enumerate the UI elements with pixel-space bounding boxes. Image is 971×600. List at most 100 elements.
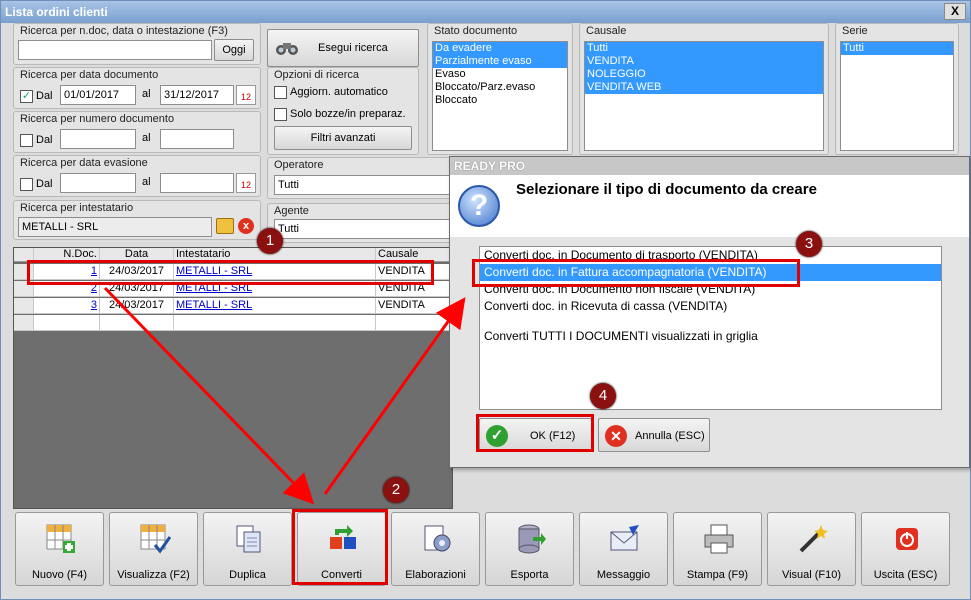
exit-label: Uscita (ESC) (873, 569, 938, 581)
holder-input[interactable]: METALLI - SRL (18, 217, 212, 237)
date-eva-group-label: Ricerca per data evasione (20, 157, 148, 169)
row-date: 24/03/2017 (100, 298, 174, 313)
date-eva-from-input[interactable] (60, 173, 136, 193)
view-label: Visualizza (F2) (117, 569, 190, 581)
doc-type-option[interactable]: Converti TUTTI I DOCUMENTI visualizzati … (480, 328, 941, 345)
message-button[interactable]: Messaggio (579, 512, 668, 586)
today-button[interactable]: Oggi (214, 39, 254, 61)
date-doc-dal-label: Dal (36, 90, 53, 102)
options-group: Opzioni di ricerca Aggiorn. automatico S… (267, 67, 419, 155)
date-doc-group: Ricerca per data documento ✓ Dal 01/01/2… (13, 67, 261, 109)
visual-label: Visual (F10) (781, 569, 842, 581)
calendar-icon[interactable]: 12 (236, 85, 256, 105)
num-doc-al-label: al (142, 132, 151, 144)
highlight-row-box (27, 260, 434, 285)
calendar-icon[interactable]: 12 (236, 173, 256, 193)
print-button[interactable]: Stampa (F9) (673, 512, 762, 586)
folder-icon[interactable] (216, 218, 234, 234)
magic-wand-icon (799, 525, 828, 553)
operator-select[interactable]: Tutti (274, 175, 454, 195)
date-doc-from-input[interactable]: 01/01/2017 (60, 85, 136, 105)
num-doc-to-input[interactable] (160, 129, 234, 149)
num-doc-from-input[interactable] (60, 129, 136, 149)
printer-icon (704, 524, 734, 554)
run-search-button[interactable]: Esegui ricerca (267, 29, 419, 67)
binoculars-icon (276, 43, 298, 55)
date-doc-al-label: al (142, 88, 151, 100)
num-doc-dal-label: Dal (36, 134, 53, 146)
status-list[interactable]: Da evadere Parzialmente evaso Evaso Bloc… (432, 41, 568, 151)
date-eva-group: Ricerca per data evasione Dal al 12 (13, 155, 261, 197)
new-label: Nuovo (F4) (31, 569, 88, 581)
question-icon: ? (458, 185, 500, 227)
window-titlebar: Lista ordini clienti X (1, 1, 970, 23)
serie-list[interactable]: Tutti (840, 41, 954, 151)
row-causale: VENDITA (376, 298, 452, 313)
visual-button[interactable]: Visual (F10) (767, 512, 856, 586)
causale-item[interactable]: NOLEGGIO (585, 68, 823, 81)
date-doc-to-input[interactable]: 31/12/2017 (160, 85, 234, 105)
new-grid-icon (46, 524, 75, 553)
date-eva-checkbox[interactable] (20, 178, 33, 191)
orders-grid[interactable]: N.Doc. Data Intestatario Causale 1 24/03… (13, 247, 453, 509)
duplicate-button[interactable]: Duplica (203, 512, 292, 586)
dialog-heading: Selezionare il tipo di documento da crea… (516, 181, 817, 198)
status-item[interactable]: Da evadere (433, 42, 567, 55)
cancel-label: Annulla (ESC) (635, 430, 705, 442)
dialog-title: READY PRO (450, 157, 969, 175)
status-item[interactable]: Parzialmente evaso (433, 55, 567, 68)
holder-group: Ricerca per intestatario METALLI - SRL x (13, 200, 261, 240)
view-button[interactable]: Visualizza (F2) (109, 512, 198, 586)
status-item[interactable]: Evaso (433, 68, 567, 81)
agent-select[interactable]: Tutti (274, 219, 454, 239)
serie-item[interactable]: Tutti (841, 42, 953, 55)
row-num[interactable]: 3 (34, 298, 100, 313)
close-button[interactable]: X (944, 3, 966, 20)
step-badge-1: 1 (257, 228, 283, 254)
date-doc-group-label: Ricerca per data documento (20, 69, 159, 81)
causale-list[interactable]: Tutti VENDITA NOLEGGIO VENDITA WEB (584, 41, 824, 151)
drafts-checkbox[interactable] (274, 108, 287, 121)
run-search-label: Esegui ricerca (318, 42, 388, 54)
causale-item[interactable]: VENDITA (585, 55, 823, 68)
num-doc-group-label: Ricerca per numero documento (20, 113, 175, 125)
table-row-empty[interactable] (14, 315, 452, 331)
auto-refresh-label: Aggiorn. automatico (290, 86, 388, 98)
table-row[interactable]: 3 24/03/2017 METALLI - SRL VENDITA (14, 298, 452, 314)
drafts-label: Solo bozze/in preparaz. (290, 108, 406, 120)
status-item[interactable]: Bloccato/Parz.evaso (433, 81, 567, 94)
highlight-ok-box (476, 414, 594, 452)
date-doc-checkbox[interactable]: ✓ (20, 90, 33, 103)
view-grid-icon (140, 524, 171, 554)
causale-group: Causale Tutti VENDITA NOLEGGIO VENDITA W… (579, 23, 829, 155)
row-holder[interactable]: METALLI - SRL (174, 298, 376, 313)
new-button[interactable]: Nuovo (F4) (15, 512, 104, 586)
agent-group-label: Agente (274, 205, 309, 217)
status-group-label: Stato documento (434, 25, 518, 37)
bottom-toolbar: Nuovo (F4) Visualizza (F2) Duplica Conve… (13, 512, 957, 588)
duplicate-label: Duplica (229, 569, 266, 581)
advanced-filters-button[interactable]: Filtri avanzati (274, 126, 412, 150)
cancel-button[interactable]: ✕ Annulla (ESC) (598, 418, 710, 452)
step-badge-2: 2 (383, 477, 409, 503)
exit-button[interactable]: Uscita (ESC) (861, 512, 950, 586)
search-input[interactable] (18, 40, 212, 60)
duplicate-icon (236, 525, 261, 553)
date-eva-to-input[interactable] (160, 173, 234, 193)
num-doc-checkbox[interactable] (20, 134, 33, 147)
highlight-option-box (472, 259, 800, 287)
highlight-convert-box (292, 509, 388, 585)
power-icon (896, 528, 918, 550)
serie-group-label: Serie (842, 25, 868, 37)
search-group: Ricerca per n.doc, data o intestazione (… (13, 23, 261, 65)
clear-icon[interactable]: x (238, 218, 254, 234)
causale-item[interactable]: Tutti (585, 42, 823, 55)
processing-button[interactable]: Elaborazioni (391, 512, 480, 586)
status-item[interactable]: Bloccato (433, 94, 567, 107)
export-database-icon (518, 524, 546, 554)
causale-item[interactable]: VENDITA WEB (585, 81, 823, 94)
doc-type-option[interactable]: Converti doc. in Ricevuta di cassa (VEND… (480, 298, 941, 315)
message-label: Messaggio (596, 569, 651, 581)
export-button[interactable]: Esporta (485, 512, 574, 586)
auto-refresh-checkbox[interactable] (274, 86, 287, 99)
